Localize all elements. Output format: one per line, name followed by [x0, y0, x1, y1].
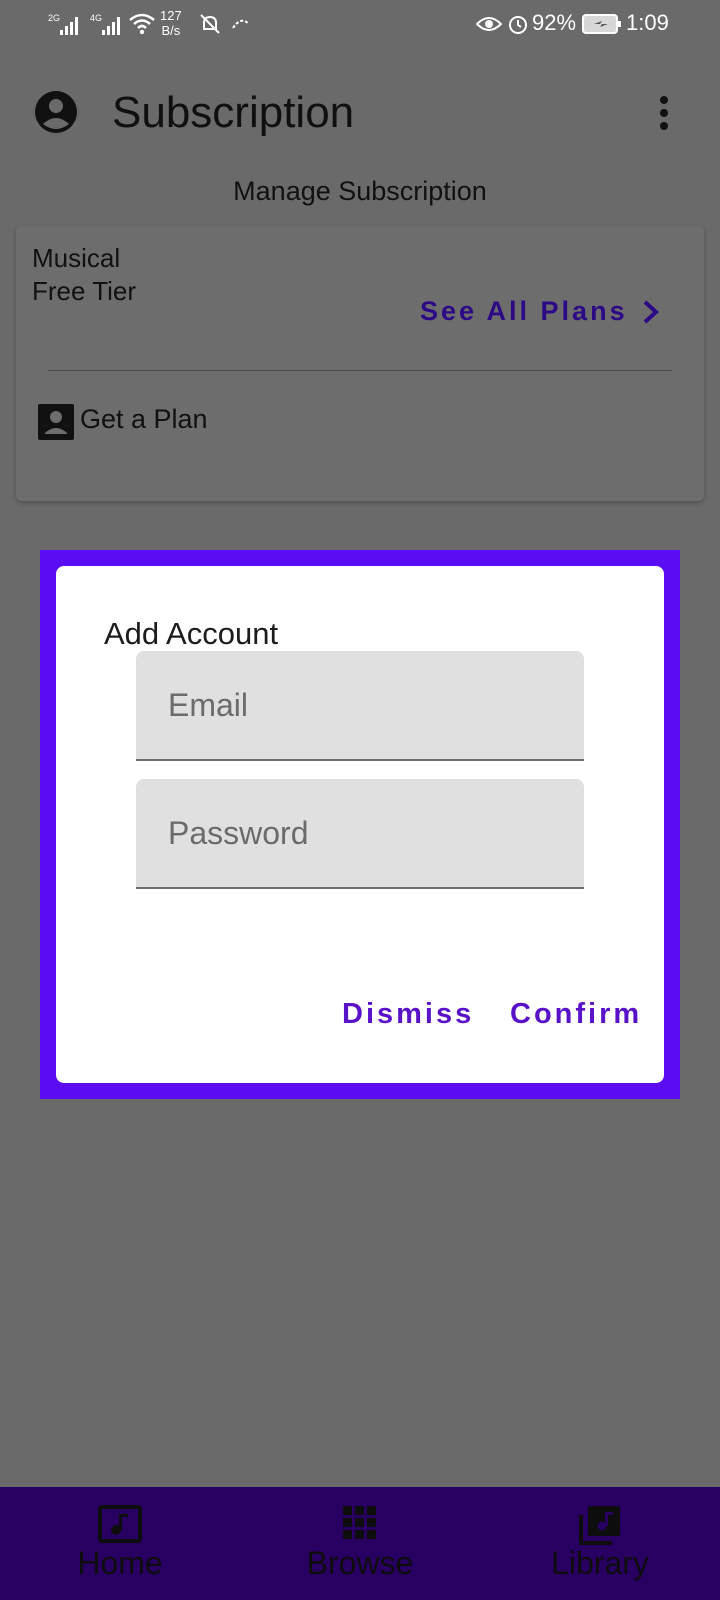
signal-2g-icon: 2G [48, 12, 86, 36]
current-plan: Musical Free Tier [32, 242, 136, 308]
alarm-icon [506, 12, 530, 36]
plan-card: Musical Free Tier See All Plans Get a Pl… [16, 226, 704, 501]
bottom-navigation: Home Browse Library [0, 1487, 720, 1600]
nav-library-label: Library [551, 1545, 649, 1581]
grid-icon [343, 1506, 376, 1539]
chevron-right-icon [643, 300, 659, 323]
library-music-icon [579, 1506, 620, 1545]
password-field-container [136, 779, 584, 889]
battery-icon [582, 13, 622, 35]
nav-browse[interactable]: Browse [260, 1487, 460, 1600]
music-note-icon [98, 1505, 142, 1543]
contact-card-icon [38, 404, 74, 440]
account-icon[interactable] [34, 90, 78, 139]
email-field[interactable] [136, 651, 584, 759]
svg-text:4G: 4G [90, 13, 102, 23]
eye-icon [476, 12, 502, 36]
add-account-dialog: Add Account Dismiss Confirm [56, 566, 664, 1083]
see-all-plans-button[interactable]: See All Plans [420, 296, 660, 327]
overflow-menu-icon[interactable] [650, 94, 678, 134]
data-rate: 127 B/s [160, 8, 182, 38]
nav-library[interactable]: Library [500, 1487, 700, 1600]
dismiss-button[interactable]: Dismiss [342, 998, 474, 1031]
email-field-container [136, 651, 584, 761]
svg-text:2G: 2G [48, 13, 60, 23]
confirm-button[interactable]: Confirm [510, 998, 642, 1031]
password-field[interactable] [136, 779, 584, 887]
status-bar: 2G 4G 127 B/s 92% 1:09 [0, 0, 720, 48]
speed-icon [230, 14, 252, 34]
dialog-title: Add Account [104, 616, 279, 651]
plan-line-2: Free Tier [32, 276, 137, 306]
nav-browse-label: Browse [306, 1545, 414, 1581]
manage-subscription-heading: Manage Subscription [233, 176, 487, 206]
nav-home[interactable]: Home [20, 1487, 220, 1600]
get-a-plan-button[interactable]: Get a Plan [38, 404, 208, 440]
notifications-off-icon [198, 12, 222, 36]
nav-home-label: Home [77, 1545, 163, 1581]
app-bar: Subscription [0, 60, 720, 170]
wifi-icon [128, 12, 156, 36]
get-a-plan-label: Get a Plan [80, 404, 208, 434]
page-title: Subscription [112, 88, 355, 137]
clock: 1:09 [626, 10, 669, 35]
battery-percent: 92% [532, 10, 577, 35]
card-divider [48, 370, 672, 371]
see-all-plans-label: See All Plans [420, 296, 628, 326]
signal-4g-icon: 4G [90, 12, 128, 36]
plan-line-1: Musical [32, 243, 121, 273]
